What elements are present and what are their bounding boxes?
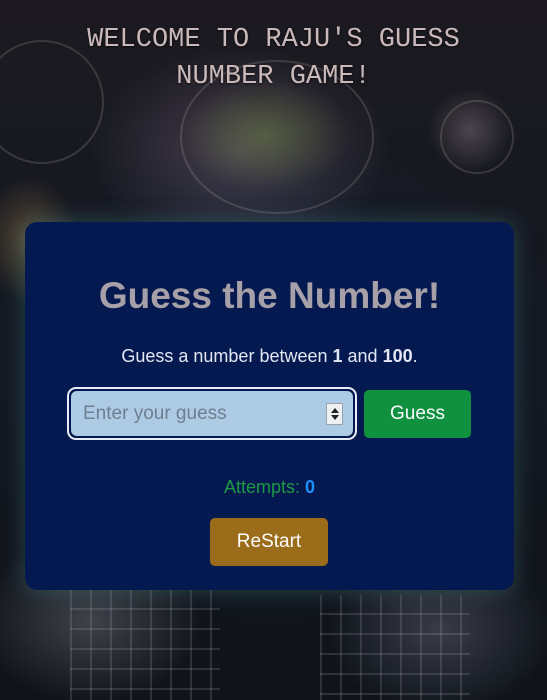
attempts-label: Attempts: — [223, 477, 305, 497]
background-art — [70, 590, 220, 700]
range-max: 100 — [382, 346, 413, 366]
number-stepper[interactable] — [326, 403, 343, 425]
attempts-count: 0 — [305, 477, 316, 497]
guess-button[interactable]: Guess — [364, 390, 471, 438]
attempts-display: Attempts: 0 — [25, 475, 514, 499]
instructions-suffix: . — [412, 346, 418, 366]
background-art — [320, 595, 470, 700]
game-heading: Guess the Number! — [98, 275, 441, 316]
page-title-line-2: NUMBER GAME! — [176, 62, 371, 92]
guess-input-focus-ring — [67, 387, 357, 440]
game-instructions: Guess a number between 1 and 100. — [25, 344, 514, 368]
background-art — [440, 100, 514, 174]
page-title: WELCOME TO RAJU'S GUESS NUMBER GAME! — [0, 22, 547, 96]
stepper-down-icon[interactable] — [330, 415, 339, 420]
restart-button[interactable]: ReStart — [210, 518, 328, 566]
range-min: 1 — [332, 346, 343, 366]
game-card: Guess the Number! Guess a number between… — [25, 222, 514, 590]
stepper-up-icon[interactable] — [330, 408, 339, 413]
guess-input[interactable] — [71, 391, 353, 436]
page-title-line-1: WELCOME TO RAJU'S GUESS — [87, 25, 460, 55]
instructions-middle: and — [342, 346, 383, 366]
instructions-prefix: Guess a number between — [121, 346, 333, 366]
